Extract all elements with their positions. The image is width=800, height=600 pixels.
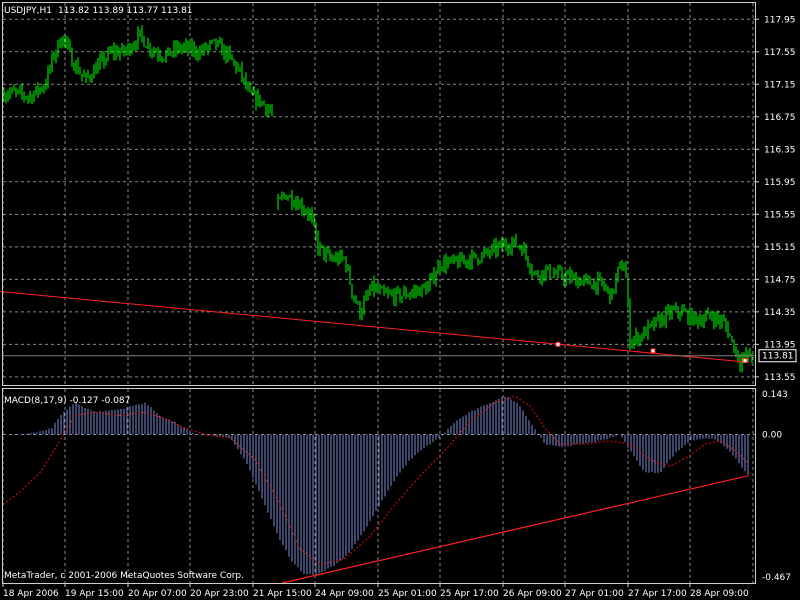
price-tick-label: 113.95 [764, 340, 796, 350]
trendline-marker [555, 341, 561, 347]
time-tick-label: 26 Apr 09:00 [503, 589, 562, 599]
time-tick-label: 20 Apr 07:00 [128, 589, 187, 599]
macd-tick-label: 0.143 [762, 390, 788, 400]
price-tick-label: 115.55 [764, 210, 796, 220]
time-tick-label: 25 Apr 17:00 [440, 589, 499, 599]
macd-tick-label: -0.467 [762, 573, 791, 583]
price-tick-label: 115.95 [764, 178, 796, 188]
price-tick-label: 116.75 [764, 113, 796, 123]
price-tick-label: 117.95 [764, 15, 796, 25]
price-trendline [0, 291, 749, 363]
price-tick-label: 114.75 [764, 275, 796, 285]
price-tick-label: 116.35 [764, 145, 796, 155]
axis-labels: 117.95 117.55 117.15 116.75 116.35 115.95 115.… [3, 15, 797, 599]
macd-title: MACD(8,17,9) -0.127 -0.087 [4, 396, 130, 406]
trendline-marker [742, 358, 748, 364]
price-tick-label: 114.35 [764, 308, 796, 318]
trendline-marker [650, 348, 656, 354]
time-tick-label: 19 Apr 15:00 [65, 589, 124, 599]
macd-series [2, 395, 749, 584]
time-tick-label: 27 Apr 17:00 [628, 589, 687, 599]
time-tick-label: 27 Apr 01:00 [565, 589, 624, 599]
current-price-label: 113.81 [762, 352, 794, 362]
time-tick-label: 25 Apr 01:00 [378, 589, 437, 599]
symbol-title: USDJPY,H1 [4, 6, 52, 16]
time-tick-label: 21 Apr 15:00 [253, 589, 312, 599]
copyright-text: MetaTrader, c 2001-2006 MetaQuotes Softw… [4, 571, 244, 581]
price-tick-label: 113.55 [764, 373, 796, 383]
time-tick-label: 18 Apr 2006 [3, 589, 59, 599]
time-tick-label: 20 Apr 23:00 [190, 589, 249, 599]
ohlc-values: 113.82 113.89 113.77 113.81 [58, 6, 193, 16]
time-tick-label: 28 Apr 09:00 [690, 589, 749, 599]
chart-header: USDJPY,H1 113.82 113.89 113.77 113.81 [4, 6, 193, 16]
price-tick-label: 115.15 [764, 243, 796, 253]
price-pane-border [2, 2, 756, 386]
chart-window: 117.95 117.55 117.15 116.75 116.35 115.95 115.… [0, 0, 800, 600]
chart-canvas[interactable]: 117.95 117.55 117.15 116.75 116.35 115.95 115.… [0, 0, 800, 600]
macd-tick-label: 0.00 [762, 430, 782, 440]
price-tick-label: 117.55 [764, 48, 796, 58]
time-tick-label: 24 Apr 09:00 [315, 589, 374, 599]
price-tick-label: 117.15 [764, 80, 796, 90]
